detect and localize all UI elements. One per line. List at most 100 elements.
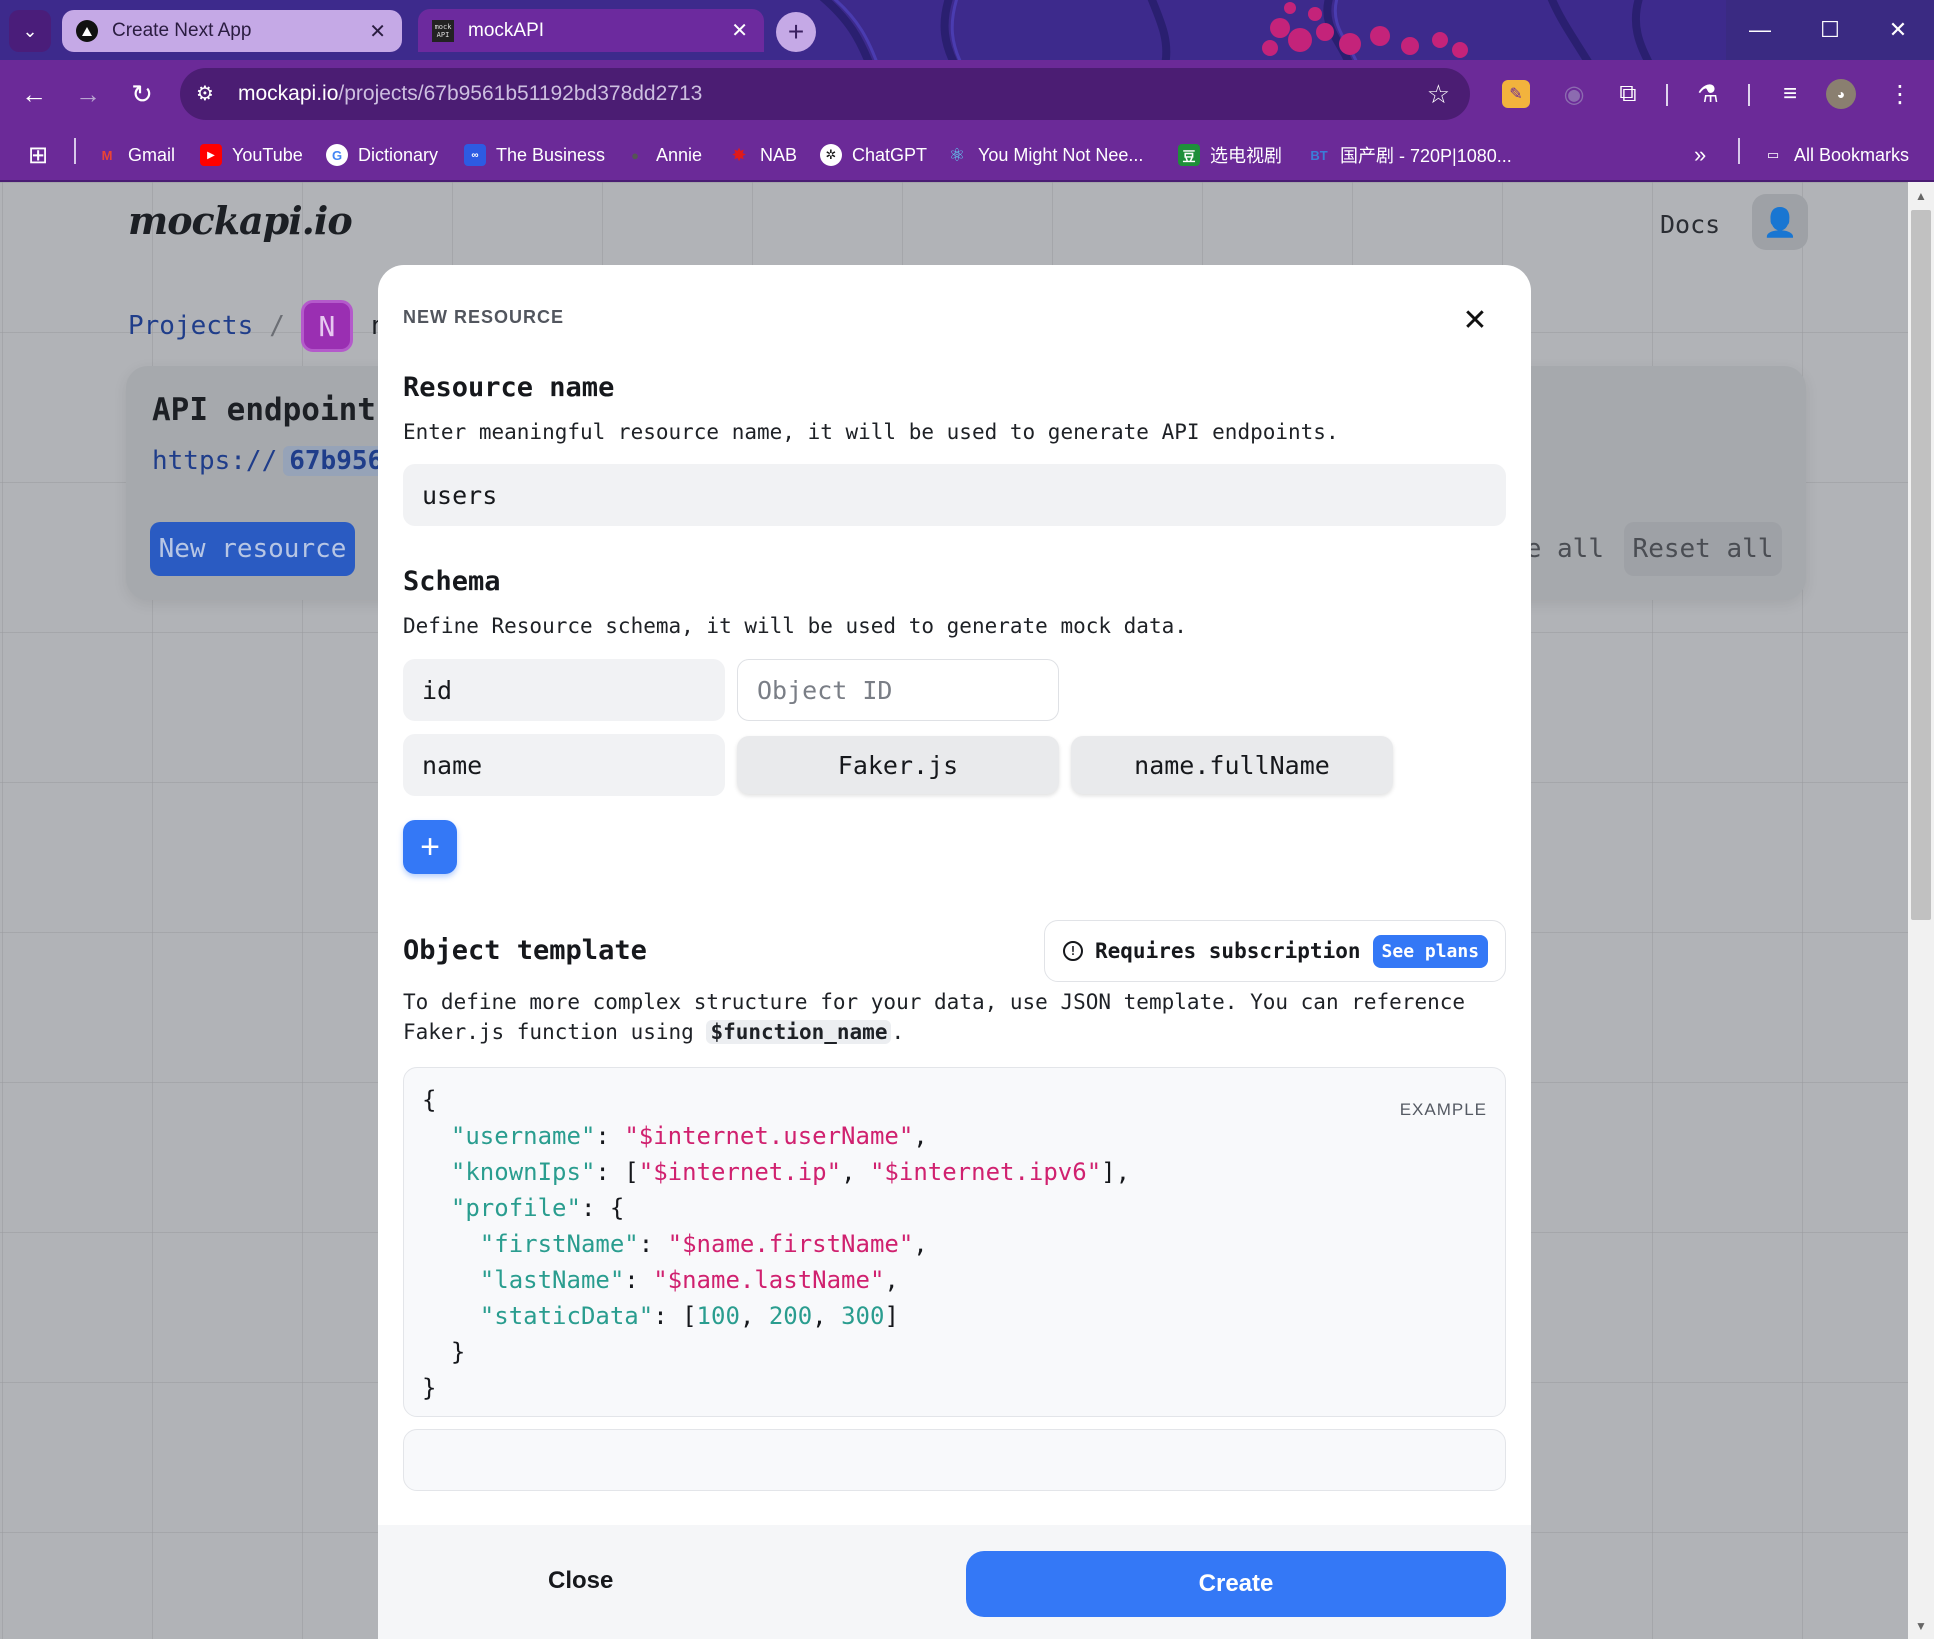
bookmark-label: Annie — [656, 144, 703, 165]
faker-method-select[interactable]: name.fullName — [1071, 736, 1393, 794]
bookmark-annie[interactable]: ● Annie — [624, 140, 702, 170]
bookmark-nab[interactable]: ✸ NAB — [728, 140, 797, 170]
tab-title: Create Next App — [112, 20, 252, 41]
nextjs-favicon-icon — [76, 20, 98, 42]
bookmarks-bar: ⊞ M Gmail ▶ YouTube G Dictionary ∞ The Busin… — [0, 130, 1934, 182]
schema-description: Define Resource schema, it will be used … — [403, 614, 1187, 638]
create-button[interactable]: Create — [966, 1551, 1506, 1617]
bookmark-star-icon[interactable]: ☆ — [1427, 79, 1450, 110]
window-close-icon[interactable]: ✕ — [1864, 0, 1932, 60]
bookmark-label: Dictionary — [358, 144, 439, 165]
minimize-icon[interactable]: — — [1726, 0, 1794, 60]
bookmark-label: ChatGPT — [852, 144, 928, 165]
extensions-puzzle-icon[interactable]: ⧉ — [1610, 76, 1646, 112]
tab-create-next-app[interactable]: Create Next App ✕ — [62, 10, 402, 52]
object-template-heading: Object template — [403, 935, 647, 966]
description-text: . — [891, 1020, 905, 1044]
breadcrumb-projects-link[interactable]: Projects — [128, 311, 253, 341]
labs-flask-icon[interactable]: ⚗ — [1690, 76, 1726, 112]
all-bookmarks-folder[interactable]: ▭ All Bookmarks — [1762, 140, 1909, 170]
schema-field-name-input[interactable]: name — [403, 734, 725, 796]
endpoint-prefix: https:// — [152, 446, 278, 476]
address-bar[interactable]: ⚙ mockapi.io/projects/67b9561b51192bd378… — [180, 68, 1470, 120]
tab-title: mockAPI — [468, 19, 545, 41]
new-tab-button[interactable]: + — [776, 12, 816, 52]
resource-name-input[interactable]: users — [403, 464, 1506, 526]
bookmark-label: 国产剧 - 720P|1080... — [1340, 146, 1512, 166]
all-bookmarks-label: All Bookmarks — [1794, 144, 1910, 165]
douban-icon: 豆 — [1178, 144, 1200, 166]
scrollbar-thumb[interactable] — [1911, 210, 1931, 920]
url-path: /projects/67b9561b51192bd378dd2713 — [338, 82, 703, 105]
tab-search-menu-button[interactable]: ⌄ — [9, 10, 51, 52]
user-icon: 👤 — [1762, 206, 1798, 238]
reset-all-button[interactable]: Reset all — [1624, 522, 1782, 576]
extension-circle-icon[interactable]: ◉ — [1556, 76, 1592, 112]
docs-link[interactable]: Docs — [1660, 210, 1720, 239]
maximize-icon[interactable]: ☐ — [1796, 0, 1864, 60]
schema-type-select[interactable]: Faker.js — [737, 736, 1059, 794]
template-input-field[interactable] — [403, 1429, 1506, 1491]
google-icon: G — [326, 144, 348, 166]
modal-close-icon[interactable]: ✕ — [1458, 303, 1492, 337]
nab-star-icon: ✸ — [731, 144, 747, 165]
more-bookmarks-icon[interactable]: » — [1694, 140, 1706, 170]
bookmark-label: You Might Not Nee... — [978, 144, 1144, 165]
react-icon: ⚛ — [948, 144, 966, 165]
description-line: Faker.js function using $function_name. — [403, 1017, 1465, 1047]
schema-type-select[interactable]: Object ID — [737, 659, 1059, 721]
tab-mockapi[interactable]: mock API mockAPI ✕ — [418, 9, 764, 52]
gmail-icon: M — [101, 147, 113, 163]
subscription-notice: ! Requires subscription See plans — [1044, 920, 1506, 982]
add-field-button[interactable]: + — [403, 820, 457, 874]
description-line: To define more complex structure for you… — [403, 990, 1466, 1014]
media-queue-icon[interactable]: ≡ — [1772, 76, 1808, 112]
back-icon[interactable]: ← — [14, 74, 54, 114]
bookmark-label: NAB — [760, 144, 798, 165]
bookmark-tv-series[interactable]: 豆选电视剧 — [1178, 140, 1282, 170]
tab-close-icon[interactable]: ✕ — [369, 19, 386, 44]
apps-grid-icon[interactable]: ⊞ — [28, 140, 48, 170]
forward-icon[interactable]: → — [68, 74, 108, 114]
browser-menu-icon[interactable]: ⋮ — [1882, 76, 1918, 112]
bookmark-label: YouTube — [232, 144, 303, 165]
example-code: { "username": "$internet.userName", "kno… — [422, 1086, 1131, 1402]
scroll-up-icon[interactable]: ▲ — [1911, 186, 1931, 206]
schema-heading: Schema — [403, 566, 501, 597]
modal-footer: Close Create — [378, 1525, 1531, 1639]
json-template-editor[interactable]: EXAMPLE { "username": "$internet.userNam… — [403, 1067, 1506, 1417]
profile-avatar[interactable]: ◕ — [1826, 79, 1856, 109]
extension-notes-icon[interactable]: ✎ — [1502, 80, 1530, 108]
new-resource-modal: NEW RESOURCE ✕ Resource name Enter meani… — [378, 265, 1531, 1639]
close-button[interactable]: Close — [548, 1567, 613, 1595]
scroll-down-icon[interactable]: ▼ — [1911, 1616, 1931, 1636]
resource-name-heading: Resource name — [403, 372, 615, 403]
project-avatar[interactable]: N — [300, 300, 353, 352]
bookmark-you-might-not-need[interactable]: ⚛ You Might Not Nee... — [946, 140, 1144, 170]
url-host: mockapi.io — [238, 82, 339, 105]
breadcrumb: Projects / N n — [128, 300, 387, 352]
description-text: Faker.js function using — [403, 1020, 694, 1044]
bookmark-the-business[interactable]: ∞ The Business — [464, 140, 605, 170]
bookmark-gmail[interactable]: M Gmail — [96, 140, 175, 170]
tab-strip: ⌄ Create Next App ✕ mock API mockAPI ✕ + … — [0, 0, 1934, 60]
schema-field-name-input[interactable]: id — [403, 659, 725, 721]
github-icon: ● — [631, 147, 639, 163]
bookmark-label: The Business — [496, 144, 606, 165]
see-plans-button[interactable]: See plans — [1372, 934, 1489, 968]
youtube-icon: ▶ — [200, 144, 222, 166]
resource-name-description: Enter meaningful resource name, it will … — [403, 420, 1339, 444]
mockapi-favicon-icon: mock API — [432, 19, 454, 42]
bookmark-chinese-drama[interactable]: BT 国产剧 - 720P|1080... — [1308, 140, 1512, 170]
reload-icon[interactable]: ↻ — [122, 74, 162, 114]
bookmark-dictionary[interactable]: G Dictionary — [326, 140, 438, 170]
subscription-text: Requires subscription — [1095, 939, 1361, 963]
modal-eyebrow: NEW RESOURCE — [403, 307, 565, 327]
tab-close-icon[interactable]: ✕ — [731, 18, 748, 43]
bookmark-youtube[interactable]: ▶ YouTube — [200, 140, 303, 170]
user-account-button[interactable]: 👤 — [1752, 194, 1808, 250]
bookmark-chatgpt[interactable]: ✲ ChatGPT — [820, 140, 927, 170]
site-logo[interactable]: mockapi.io — [128, 198, 353, 243]
site-info-icon[interactable]: ⚙ — [196, 81, 222, 107]
new-resource-button[interactable]: New resource — [150, 522, 355, 576]
